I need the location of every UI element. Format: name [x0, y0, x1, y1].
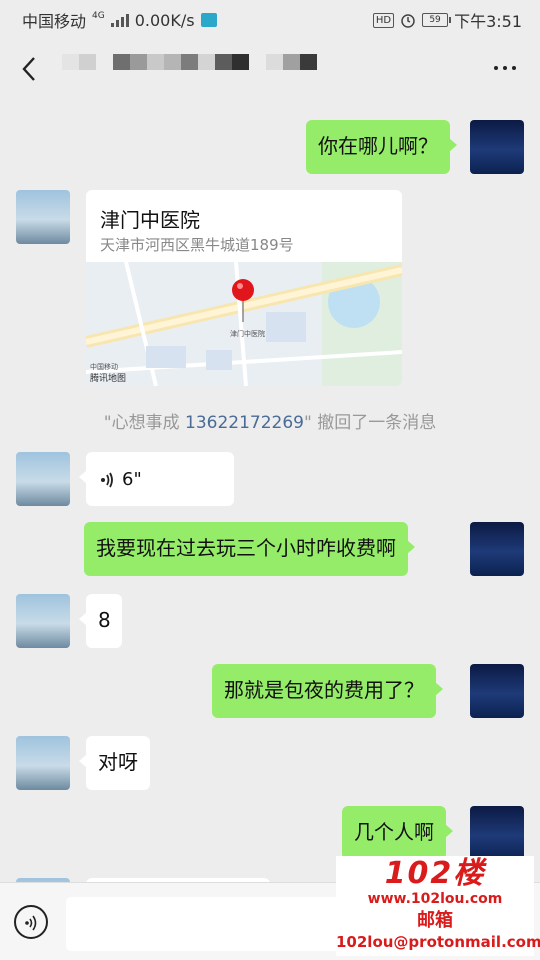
- my-avatar[interactable]: [470, 522, 524, 576]
- message-text: 8: [98, 608, 111, 632]
- book-app-icon: [200, 13, 217, 27]
- message-bubble[interactable]: 那就是包夜的费用了？: [212, 664, 443, 718]
- carrier-label: 中国移动: [22, 12, 87, 31]
- net-speed: 0.00K/s: [134, 10, 195, 30]
- chat-screen: 中国移动 4G 0.00K/s HD 59 下午3:51 你在哪儿啊？ 津门中医…: [0, 0, 540, 960]
- message-list[interactable]: 你在哪儿啊？ 津门中医院 天津市河西区黑牛城道189号 津门中医院 中国移动 腾…: [0, 102, 540, 882]
- contact-avatar[interactable]: [16, 736, 70, 790]
- clock: 下午3:51: [454, 12, 522, 31]
- watermark-logo: 102楼: [384, 856, 486, 891]
- message-input[interactable]: [66, 897, 350, 951]
- map-brand: 腾讯地图: [90, 374, 127, 384]
- watermark-email: 102lou@protonmail.com: [336, 933, 540, 951]
- my-avatar[interactable]: [470, 664, 524, 718]
- more-dots-icon[interactable]: [494, 66, 516, 70]
- recall-prefix: "心想事成: [103, 413, 185, 433]
- location-card[interactable]: 津门中医院 天津市河西区黑牛城道189号 津门中医院 中国移动 腾讯地图: [86, 190, 402, 386]
- message-bubble[interactable]: 对呀: [79, 736, 150, 790]
- message-text: 几个人啊: [354, 820, 434, 844]
- contact-avatar[interactable]: [16, 594, 70, 648]
- message-bubble[interactable]: 你在哪儿啊？: [306, 120, 457, 174]
- chevron-left-icon[interactable]: [16, 54, 44, 84]
- my-avatar[interactable]: [470, 806, 524, 860]
- watermark-url: www.102lou.com: [367, 891, 503, 907]
- chat-header: [0, 36, 540, 102]
- recall-suffix: " 撤回了一条消息: [303, 413, 437, 433]
- voice-input-button[interactable]: [14, 905, 48, 939]
- contact-avatar[interactable]: [16, 452, 70, 506]
- voice-wave-icon: [25, 915, 37, 931]
- message-text: 对呀: [98, 750, 138, 774]
- message-text: 那就是包夜的费用了？: [224, 678, 424, 702]
- voice-wave-icon: [101, 472, 113, 487]
- watermark-label: 邮箱: [417, 910, 453, 931]
- signal-icon: [110, 13, 129, 27]
- chat-title-redacted: [62, 54, 317, 70]
- alarm-icon: [401, 14, 415, 28]
- message-bubble[interactable]: 几个人啊: [342, 806, 453, 860]
- recall-notice: "心想事成 13622172269" 撤回了一条消息: [0, 408, 540, 433]
- watermark: 102楼 www.102lou.com 邮箱 102lou@protonmail…: [336, 856, 540, 956]
- my-avatar[interactable]: [470, 120, 524, 174]
- recall-phone[interactable]: 13622172269: [185, 413, 304, 433]
- voice-duration: 6": [122, 469, 142, 490]
- status-bar: 中国移动 4G 0.00K/s HD 59 下午3:51: [0, 0, 540, 36]
- battery-level: 59: [429, 15, 441, 25]
- message-text: 你在哪儿啊？: [318, 134, 438, 158]
- message-bubble[interactable]: 8: [79, 594, 122, 648]
- map-poi-label: 津门中医院: [230, 329, 265, 338]
- battery-icon: 59: [422, 13, 452, 27]
- location-name: 津门中医院: [100, 208, 200, 232]
- voice-message[interactable]: 6": [79, 452, 234, 506]
- message-bubble[interactable]: 我要现在过去玩三个小时咋收费啊: [84, 522, 415, 576]
- network-type: 4G: [92, 10, 105, 21]
- location-address: 天津市河西区黑牛城道189号: [100, 236, 294, 254]
- contact-avatar[interactable]: [16, 190, 70, 244]
- message-text: 我要现在过去玩三个小时咋收费啊: [96, 536, 396, 560]
- hd-badge: HD: [372, 12, 395, 28]
- location-map[interactable]: 津门中医院 中国移动 腾讯地图: [86, 261, 402, 386]
